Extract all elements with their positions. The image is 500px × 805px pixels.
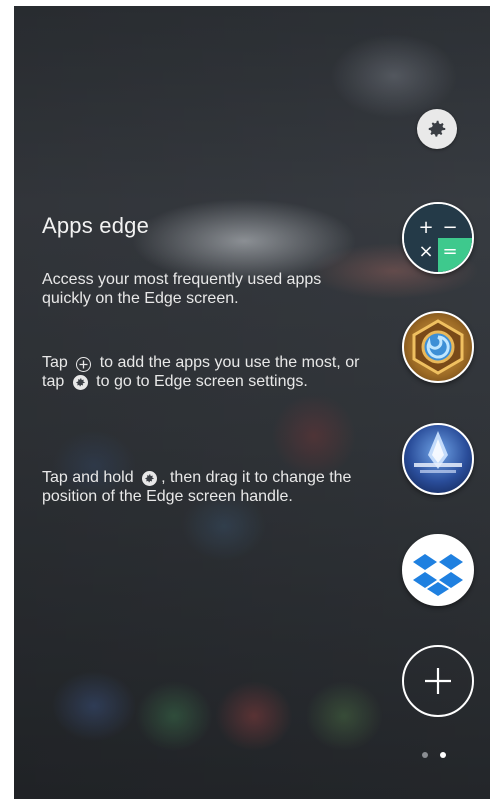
plus-icon xyxy=(76,357,92,372)
plus-icon xyxy=(425,668,451,694)
calc-minus-symbol: − xyxy=(442,217,457,238)
hint-text-part: Tap and hold xyxy=(42,469,134,486)
calc-times-symbol: × xyxy=(418,241,433,262)
edge-screen: Apps edge Access your most frequently us… xyxy=(14,6,490,799)
hint-text-part: to go to Edge screen settings. xyxy=(96,373,308,390)
calc-plus-symbol: + xyxy=(418,217,433,238)
final-fantasy-icon xyxy=(414,431,462,473)
page-dot-2-active xyxy=(440,752,446,758)
calculator-app-button[interactable]: + − × = xyxy=(402,202,474,274)
hint-text-part: Tap xyxy=(42,354,68,371)
panel-title: Apps edge xyxy=(42,213,149,238)
gear-icon xyxy=(428,120,446,137)
gear-icon xyxy=(142,471,158,486)
add-app-button[interactable] xyxy=(402,645,474,717)
hearthstone-app-button[interactable] xyxy=(402,311,474,383)
panel-description: Access your most frequently used apps qu… xyxy=(42,271,322,307)
add-apps-hint: Tap to add the apps you use the most, or… xyxy=(42,353,372,391)
dropbox-app-button[interactable] xyxy=(402,534,474,606)
edge-settings-button[interactable] xyxy=(417,109,457,149)
hearthstone-icon xyxy=(412,319,464,375)
calc-equals-symbol: = xyxy=(442,241,457,262)
page-dot-1 xyxy=(422,752,428,758)
move-handle-hint: Tap and hold , then drag it to change th… xyxy=(42,468,372,506)
gear-icon xyxy=(72,375,88,390)
page-indicator xyxy=(422,752,446,758)
dropbox-icon xyxy=(413,554,463,596)
final-fantasy-app-button[interactable] xyxy=(402,423,474,495)
calculator-icon: + − × = xyxy=(404,204,472,272)
